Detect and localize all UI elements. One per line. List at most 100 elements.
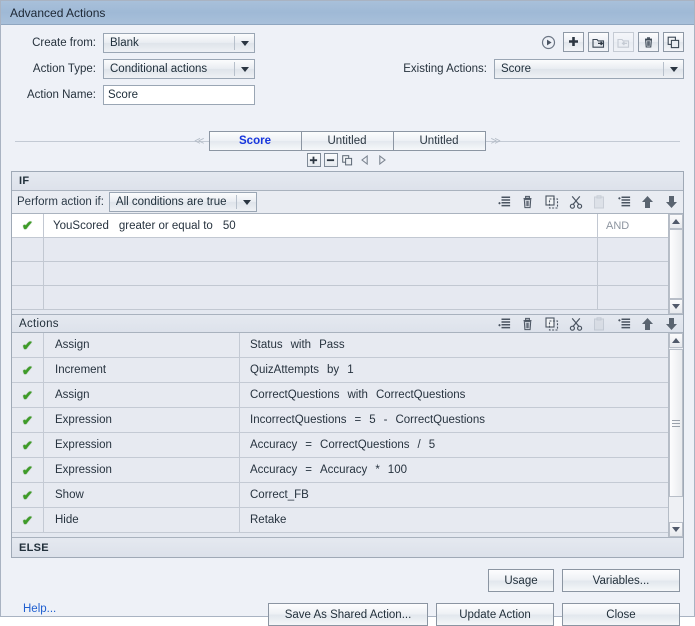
action-type-cell[interactable]: Expression bbox=[44, 458, 240, 482]
copy-condition-row-icon[interactable] bbox=[544, 195, 559, 210]
variables-button[interactable]: Variables... bbox=[562, 569, 680, 592]
expr-token: Accuracy bbox=[250, 439, 298, 451]
action-type-cell[interactable]: Show bbox=[44, 483, 240, 507]
help-link[interactable]: Help... bbox=[23, 603, 56, 615]
condition-enabled-checkbox[interactable] bbox=[12, 286, 44, 309]
conditions-scrollbar[interactable] bbox=[668, 214, 683, 314]
condition-enabled-checkbox[interactable] bbox=[12, 238, 44, 261]
condition-enabled-checkbox[interactable]: ✔ bbox=[12, 214, 44, 237]
action-expression-cell[interactable]: CorrectQuestions with CorrectQuestions bbox=[240, 383, 668, 407]
move-action-down-icon[interactable] bbox=[664, 316, 679, 331]
move-condition-up-icon[interactable] bbox=[640, 195, 655, 210]
action-expression-cell[interactable]: Accuracy = CorrectQuestions / 5 bbox=[240, 433, 668, 457]
next-tab-button[interactable] bbox=[375, 153, 389, 167]
copy-tab-button[interactable] bbox=[341, 153, 355, 167]
action-expression-cell[interactable]: Correct_FB bbox=[240, 483, 668, 507]
action-row[interactable]: ✔ Assign Status with Pass bbox=[12, 333, 668, 358]
cut-condition-row-icon[interactable] bbox=[568, 195, 583, 210]
scroll-down-button[interactable] bbox=[669, 522, 683, 537]
scrollbar-thumb[interactable] bbox=[669, 349, 683, 497]
action-enabled-checkbox[interactable]: ✔ bbox=[12, 408, 44, 432]
condition-conjunction[interactable]: AND bbox=[598, 214, 668, 237]
action-type-cell[interactable]: Expression bbox=[44, 433, 240, 457]
tab-label: Untitled bbox=[327, 135, 367, 147]
scrollbar-thumb[interactable] bbox=[669, 229, 683, 299]
condition-conjunction[interactable] bbox=[598, 238, 668, 261]
action-type-cell[interactable]: Expression bbox=[44, 408, 240, 432]
action-name-input[interactable]: Score bbox=[103, 85, 255, 105]
action-row[interactable]: ✔ Expression IncorrectQuestions = 5 - Co… bbox=[12, 408, 668, 433]
action-type-cell[interactable]: Increment bbox=[44, 358, 240, 382]
action-type-cell[interactable]: Assign bbox=[44, 383, 240, 407]
scroll-up-button[interactable] bbox=[669, 333, 683, 348]
action-row[interactable]: ✔ Expression Accuracy = Accuracy * 100 bbox=[12, 458, 668, 483]
condition-conjunction[interactable] bbox=[598, 286, 668, 309]
save-as-shared-action-button[interactable]: Save As Shared Action... bbox=[268, 603, 428, 626]
action-type-dropdown[interactable]: Conditional actions bbox=[103, 59, 255, 79]
action-enabled-checkbox[interactable]: ✔ bbox=[12, 383, 44, 407]
action-enabled-checkbox[interactable]: ✔ bbox=[12, 358, 44, 382]
action-row[interactable]: ✔ Increment QuizAttempts by 1 bbox=[12, 358, 668, 383]
condition-conjunction[interactable] bbox=[598, 262, 668, 285]
move-condition-down-icon[interactable] bbox=[664, 195, 679, 210]
delete-action-button[interactable] bbox=[638, 32, 659, 52]
preview-action-button[interactable] bbox=[538, 32, 559, 52]
action-expression-cell[interactable]: Status with Pass bbox=[240, 333, 668, 357]
close-button[interactable]: Close bbox=[562, 603, 680, 626]
chevron-down-icon bbox=[236, 60, 254, 78]
expr-token: / bbox=[417, 439, 421, 451]
action-expression-cell[interactable]: Accuracy = Accuracy * 100 bbox=[240, 458, 668, 482]
add-action-row-icon[interactable] bbox=[496, 316, 511, 331]
insert-action-row-icon[interactable] bbox=[616, 316, 631, 331]
delete-condition-row-icon[interactable] bbox=[520, 195, 535, 210]
create-from-dropdown[interactable]: Blank bbox=[103, 33, 255, 53]
action-expression-cell[interactable]: Retake bbox=[240, 508, 668, 532]
action-type-cell[interactable]: Hide bbox=[44, 508, 240, 532]
action-enabled-checkbox[interactable]: ✔ bbox=[12, 508, 44, 532]
move-action-up-icon[interactable] bbox=[640, 316, 655, 331]
action-enabled-checkbox[interactable]: ✔ bbox=[12, 333, 44, 357]
action-expression-cell[interactable]: QuizAttempts by 1 bbox=[240, 358, 668, 382]
delete-action-row-icon[interactable] bbox=[520, 316, 535, 331]
add-tab-button[interactable] bbox=[306, 153, 321, 167]
remove-tab-button[interactable] bbox=[323, 153, 338, 167]
copy-action-row-icon[interactable] bbox=[544, 316, 559, 331]
condition-expression[interactable]: YouScored greater or equal to 50 bbox=[44, 214, 598, 237]
add-condition-row-icon[interactable] bbox=[496, 195, 511, 210]
cut-action-row-icon[interactable] bbox=[568, 316, 583, 331]
condition-variable: YouScored bbox=[53, 219, 109, 232]
action-expression-cell[interactable]: IncorrectQuestions = 5 - CorrectQuestion… bbox=[240, 408, 668, 432]
condition-expression[interactable] bbox=[44, 238, 598, 261]
action-enabled-checkbox[interactable]: ✔ bbox=[12, 458, 44, 482]
action-tab-strip: ≪ Score Untitled Untitled ≫ bbox=[1, 129, 694, 171]
condition-row[interactable] bbox=[12, 238, 668, 262]
export-action-button[interactable] bbox=[588, 32, 609, 52]
update-action-button[interactable]: Update Action bbox=[436, 603, 554, 626]
tab-score[interactable]: Score bbox=[208, 131, 302, 151]
condition-row[interactable] bbox=[12, 286, 668, 310]
previous-tab-button[interactable] bbox=[358, 153, 372, 167]
condition-row[interactable]: ✔ YouScored greater or equal to 50 AND bbox=[12, 214, 668, 238]
insert-condition-row-icon[interactable] bbox=[616, 195, 631, 210]
condition-expression[interactable] bbox=[44, 286, 598, 309]
scroll-down-button[interactable] bbox=[669, 299, 683, 314]
duplicate-action-button[interactable] bbox=[663, 32, 684, 52]
usage-button[interactable]: Usage bbox=[488, 569, 554, 592]
action-type-cell[interactable]: Assign bbox=[44, 333, 240, 357]
scroll-up-button[interactable] bbox=[669, 214, 683, 229]
tab-untitled-2[interactable]: Untitled bbox=[392, 131, 486, 151]
action-row[interactable]: ✔ Assign CorrectQuestions with CorrectQu… bbox=[12, 383, 668, 408]
actions-scrollbar[interactable] bbox=[668, 333, 683, 537]
action-enabled-checkbox[interactable]: ✔ bbox=[12, 433, 44, 457]
action-row[interactable]: ✔ Expression Accuracy = CorrectQuestions… bbox=[12, 433, 668, 458]
condition-enabled-checkbox[interactable] bbox=[12, 262, 44, 285]
add-action-button[interactable] bbox=[563, 32, 584, 52]
perform-action-if-dropdown[interactable]: All conditions are true bbox=[108, 192, 257, 212]
condition-expression[interactable] bbox=[44, 262, 598, 285]
tab-untitled-1[interactable]: Untitled bbox=[300, 131, 394, 151]
existing-actions-dropdown[interactable]: Score bbox=[494, 59, 684, 79]
condition-row[interactable] bbox=[12, 262, 668, 286]
action-row[interactable]: ✔ Hide Retake bbox=[12, 508, 668, 533]
action-enabled-checkbox[interactable]: ✔ bbox=[12, 483, 44, 507]
action-row[interactable]: ✔ Show Correct_FB bbox=[12, 483, 668, 508]
